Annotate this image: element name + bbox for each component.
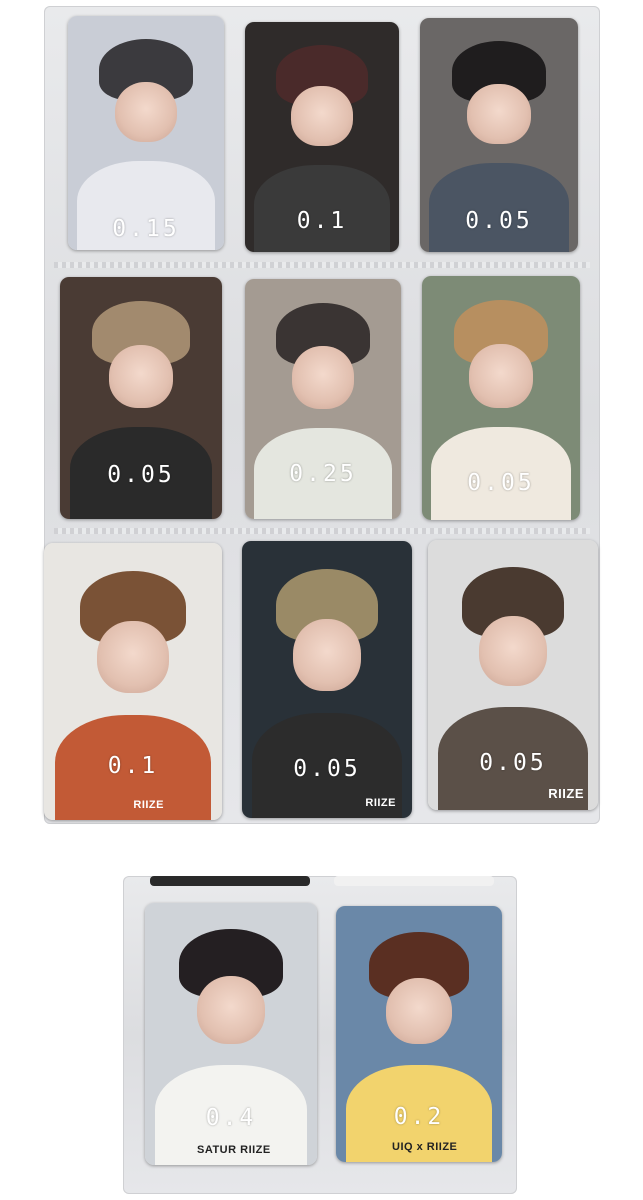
photocard-8[interactable]: 0.05 RIIZE (242, 541, 412, 818)
photocard-1[interactable]: 0.15 (68, 16, 224, 250)
photocard-2[interactable]: 0.1 (245, 22, 399, 252)
brand-logo: RIIZE (548, 786, 584, 801)
price-label: 0.05 (479, 750, 547, 776)
brand-logo: RIIZE (365, 797, 396, 809)
photocard-7[interactable]: 0.1 RIIZE (44, 543, 222, 820)
brand-logo: RIIZE (133, 799, 164, 811)
photocard-10[interactable]: 0.4 SATUR RIIZE (145, 903, 317, 1165)
brand-logo: UIQ x RIIZE (392, 1141, 458, 1153)
photocard-3[interactable]: 0.05 (420, 18, 578, 252)
price-label: 0.05 (465, 208, 533, 234)
price-label: 0.05 (107, 462, 175, 488)
price-label: 0.1 (296, 208, 348, 234)
card-tab-top (334, 876, 494, 886)
card-tab-top (150, 876, 310, 886)
photocard-6[interactable]: 0.05 (422, 276, 580, 520)
photocard-4[interactable]: 0.05 (60, 277, 222, 519)
price-label: 0.25 (289, 461, 357, 487)
brand-logo: SATUR RIIZE (197, 1144, 271, 1156)
photocard-5[interactable]: 0.25 (245, 279, 401, 519)
price-label: 0.2 (393, 1104, 445, 1130)
photocard-9[interactable]: 0.05 RIIZE (428, 540, 598, 810)
price-label: 0.15 (112, 216, 180, 242)
pocket-divider (54, 528, 590, 534)
pocket-divider (54, 262, 590, 268)
price-label: 0.4 (205, 1105, 257, 1131)
price-label: 0.05 (293, 756, 361, 782)
photocard-11[interactable]: 0.2 UIQ x RIIZE (336, 906, 502, 1162)
price-label: 0.05 (467, 470, 535, 496)
price-label: 0.1 (107, 753, 159, 779)
